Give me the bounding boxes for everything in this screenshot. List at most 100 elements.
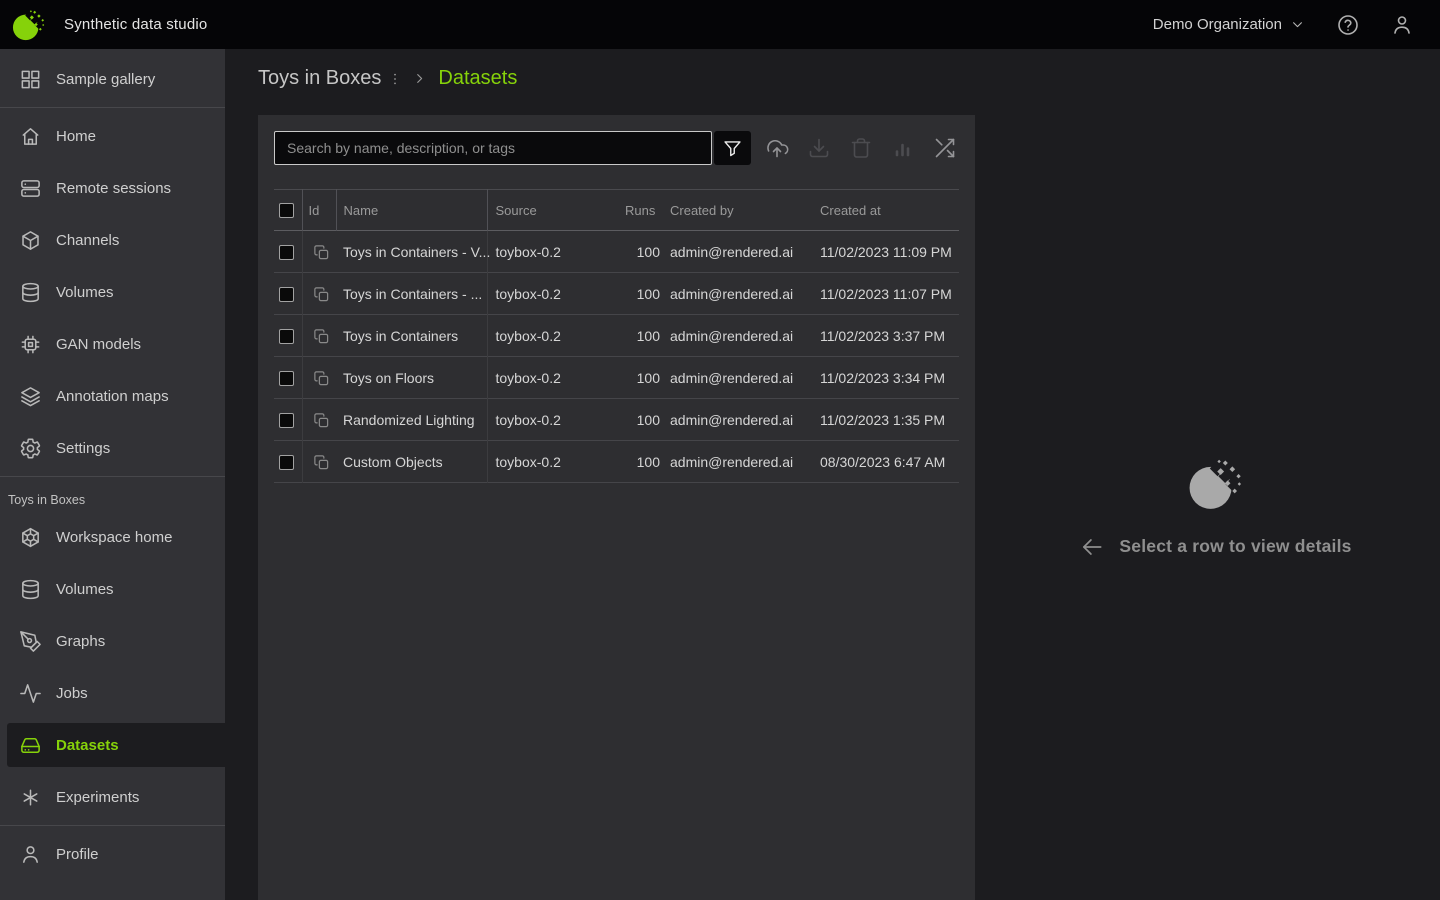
grid-icon (19, 68, 42, 91)
column-header-source[interactable]: Source (487, 190, 625, 231)
dataset-runs: 100 (625, 231, 662, 273)
row-checkbox[interactable] (279, 413, 294, 428)
cube-icon (19, 229, 42, 252)
shuffle-icon (933, 136, 957, 160)
sidebar-item-datasets[interactable]: Datasets (7, 723, 225, 767)
dataset-name: Toys in Containers (336, 315, 487, 357)
trash-icon (849, 136, 873, 160)
pen-tool-icon (19, 630, 42, 653)
filter-button[interactable] (714, 131, 751, 165)
table-row[interactable]: Randomized Lighting toybox-0.2 100 admin… (274, 399, 959, 441)
table-row[interactable]: Toys in Containers - V... toybox-0.2 100… (274, 231, 959, 273)
sidebar-item-channels[interactable]: Channels (0, 214, 225, 266)
polyhedron-icon (19, 526, 42, 549)
dataset-source: toybox-0.2 (487, 231, 625, 273)
dataset-runs: 100 (625, 399, 662, 441)
sidebar-section-label: Toys in Boxes (0, 479, 225, 511)
empty-detail-message: Select a row to view details (1119, 536, 1351, 557)
column-header-runs[interactable]: Runs (625, 190, 662, 231)
dataset-name: Toys on Floors (336, 357, 487, 399)
dataset-runs: 100 (625, 441, 662, 483)
dataset-runs: 100 (625, 315, 662, 357)
dataset-name: Randomized Lighting (336, 399, 487, 441)
copy-id-icon[interactable] (313, 370, 331, 388)
account-button[interactable] (1390, 13, 1414, 37)
user-icon (1390, 13, 1414, 37)
detail-pane-empty: Select a row to view details (983, 115, 1440, 900)
dataset-created-at: 11/02/2023 11:07 PM (805, 273, 959, 315)
help-icon (1336, 13, 1360, 37)
sidebar-item-volumes[interactable]: Volumes (0, 266, 225, 318)
sidebar-item-workspace-home[interactable]: Workspace home (0, 511, 225, 563)
table-row[interactable]: Toys on Floors toybox-0.2 100 admin@rend… (274, 357, 959, 399)
filter-icon (722, 138, 743, 159)
download-icon (807, 136, 831, 160)
main-content: Toys in Boxes Datasets (225, 49, 1440, 900)
sidebar-divider (0, 476, 225, 477)
database-icon (19, 281, 42, 304)
copy-id-icon[interactable] (313, 454, 331, 472)
rendered-ai-logo-icon[interactable] (12, 8, 46, 42)
topbar: Synthetic data studio Demo Organization (0, 0, 1440, 49)
org-name: Demo Organization (1153, 16, 1282, 33)
copy-id-icon[interactable] (313, 412, 331, 430)
sidebar-item-experiments[interactable]: Experiments (0, 771, 225, 823)
breadcrumb-current-page: Datasets (438, 67, 517, 90)
datasets-toolbar (274, 131, 959, 165)
delete-button[interactable] (848, 135, 874, 161)
datasets-panel: Id Name Source Runs Created by Created a… (258, 115, 975, 900)
org-switcher[interactable]: Demo Organization (1153, 16, 1306, 33)
row-checkbox[interactable] (279, 245, 294, 260)
copy-id-icon[interactable] (313, 286, 331, 304)
dataset-runs: 100 (625, 357, 662, 399)
sidebar-divider (0, 825, 225, 826)
row-checkbox[interactable] (279, 455, 294, 470)
home-icon (19, 125, 42, 148)
server-icon (19, 177, 42, 200)
dataset-created-by: admin@rendered.ai (662, 441, 805, 483)
copy-id-icon[interactable] (313, 244, 331, 262)
table-row[interactable]: Toys in Containers - ... toybox-0.2 100 … (274, 273, 959, 315)
dataset-created-at: 11/02/2023 1:35 PM (805, 399, 959, 441)
column-header-name[interactable]: Name (336, 190, 487, 231)
dataset-created-by: admin@rendered.ai (662, 315, 805, 357)
breadcrumb-workspace[interactable]: Toys in Boxes (258, 67, 381, 90)
sidebar-item-gan-models[interactable]: GAN models (0, 318, 225, 370)
table-row[interactable]: Custom Objects toybox-0.2 100 admin@rend… (274, 441, 959, 483)
dataset-created-by: admin@rendered.ai (662, 273, 805, 315)
row-checkbox[interactable] (279, 329, 294, 344)
dataset-source: toybox-0.2 (487, 273, 625, 315)
upload-button[interactable] (764, 135, 790, 161)
datasets-table: Id Name Source Runs Created by Created a… (274, 189, 959, 483)
sidebar-item-jobs[interactable]: Jobs (0, 667, 225, 719)
column-header-created-at[interactable]: Created at (805, 190, 959, 231)
sidebar-item-graphs[interactable]: Graphs (0, 615, 225, 667)
dataset-created-at: 11/02/2023 3:37 PM (805, 315, 959, 357)
row-checkbox[interactable] (279, 287, 294, 302)
column-header-id[interactable]: Id (302, 190, 336, 231)
sidebar-item-sample-gallery[interactable]: Sample gallery (0, 53, 225, 105)
select-all-checkbox[interactable] (279, 203, 294, 218)
shuffle-button[interactable] (932, 135, 958, 161)
dataset-created-by: admin@rendered.ai (662, 231, 805, 273)
help-button[interactable] (1336, 13, 1360, 37)
sidebar-item-workspace-volumes[interactable]: Volumes (0, 563, 225, 615)
sidebar-divider (0, 107, 225, 108)
table-row[interactable]: Toys in Containers toybox-0.2 100 admin@… (274, 315, 959, 357)
sidebar-item-annotation-maps[interactable]: Annotation maps (0, 370, 225, 422)
sidebar-item-remote-sessions[interactable]: Remote sessions (0, 162, 225, 214)
database-icon (19, 578, 42, 601)
dataset-created-at: 11/02/2023 3:34 PM (805, 357, 959, 399)
sidebar-item-settings[interactable]: Settings (0, 422, 225, 474)
column-header-created-by[interactable]: Created by (662, 190, 805, 231)
sidebar-item-home[interactable]: Home (0, 110, 225, 162)
row-checkbox[interactable] (279, 371, 294, 386)
download-button[interactable] (806, 135, 832, 161)
search-input[interactable] (274, 131, 712, 165)
sidebar: Sample gallery Home Remote sessions Chan… (0, 49, 225, 900)
sidebar-item-profile[interactable]: Profile (0, 828, 225, 880)
workspace-menu-button[interactable] (387, 70, 403, 88)
hard-drive-icon (19, 734, 42, 757)
copy-id-icon[interactable] (313, 328, 331, 346)
analytics-button[interactable] (890, 135, 916, 161)
